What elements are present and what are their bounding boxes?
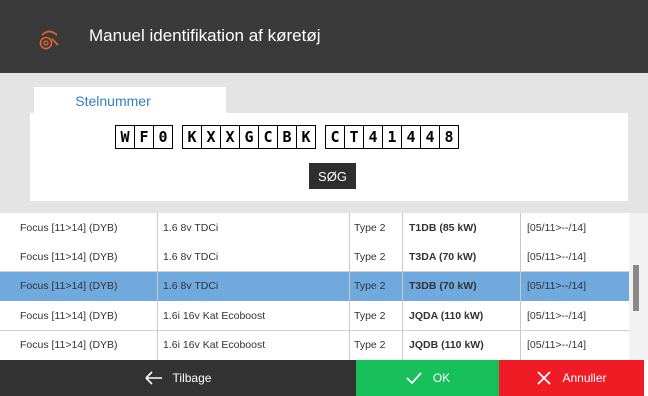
vin-char[interactable]: K: [296, 125, 316, 149]
engine-code-cell: JQDA (110 kW): [403, 301, 521, 331]
vin-char[interactable]: T: [344, 125, 363, 149]
engine-cell: 1.6 8v TDCi: [158, 271, 350, 301]
arrow-left-icon: [144, 371, 162, 385]
period-cell: [05/11>--/14]: [527, 250, 587, 263]
search-button[interactable]: SØG: [309, 163, 356, 189]
period-cell: [05/11>--/14]: [527, 280, 587, 293]
table-row[interactable]: Focus [11>14] (DYB) 1.6i 16v Kat Ecoboost…: [0, 330, 629, 361]
model-cell: Focus [11>14] (DYB): [0, 301, 158, 331]
vin-char[interactable]: C: [258, 125, 277, 149]
ok-button[interactable]: OK: [356, 360, 499, 396]
close-icon: [537, 371, 552, 385]
vin-char[interactable]: 4: [363, 125, 382, 149]
engine-code-cell: T3DA (70 kW): [403, 242, 521, 272]
vin-char[interactable]: B: [277, 125, 296, 149]
model-cell: Focus [11>14] (DYB): [0, 213, 158, 242]
title-bar: Manuel identifikation af køretøj: [0, 0, 648, 73]
back-label: Tilbage: [172, 371, 212, 385]
vin-char[interactable]: 1: [382, 125, 401, 149]
vin-group-gap: [316, 125, 325, 149]
table-row[interactable]: Focus [11>14] (DYB) 1.6 8v TDCi Type 2 T1DB…: [0, 213, 629, 243]
checkmark-icon: [406, 372, 422, 385]
period-cell: [05/11>--/14]: [527, 309, 587, 322]
tab-label: Stelnummer: [75, 93, 151, 109]
engine-cell: 1.6 8v TDCi: [158, 242, 350, 272]
vin-char[interactable]: G: [239, 125, 258, 149]
footer-bar: Tilbage OK Annuller: [0, 360, 648, 396]
engine-code-cell: T1DB (85 kW): [403, 213, 521, 242]
table-row[interactable]: Focus [11>14] (DYB) 1.6 8v TDCi Type 2 T3DB…: [0, 271, 629, 302]
vin-input-area: WF0KXXGCBKCT41448 SØG: [30, 113, 628, 201]
engine-code-cell: JQDB (110 kW): [403, 330, 521, 360]
scrollbar[interactable]: [629, 213, 648, 360]
engine-cell: 1.6 8v TDCi: [158, 213, 350, 242]
model-cell: Focus [11>14] (DYB): [0, 271, 158, 301]
ok-label: OK: [432, 371, 451, 385]
vin-char[interactable]: 4: [420, 125, 439, 149]
type-cell: Type 2: [350, 330, 403, 360]
vin-input[interactable]: WF0KXXGCBKCT41448: [115, 125, 459, 149]
type-cell: Type 2: [350, 271, 403, 301]
car-search-icon: [39, 30, 59, 50]
engine-cell: 1.6i 16v Kat Ecoboost: [158, 330, 350, 360]
type-cell: Type 2: [350, 301, 403, 331]
vin-char[interactable]: X: [220, 125, 239, 149]
table-row[interactable]: Focus [11>14] (DYB) 1.6i 16v Kat Ecoboost…: [0, 301, 629, 332]
back-button[interactable]: Tilbage: [0, 360, 356, 396]
table-row[interactable]: Focus [11>14] (DYB) 1.6 8v TDCi Type 2 T3DA…: [0, 242, 629, 273]
type-cell: Type 2: [350, 213, 403, 242]
vin-char[interactable]: 4: [401, 125, 420, 149]
period-cell: [05/11>--/14]: [527, 221, 587, 234]
tab-stelnummer[interactable]: Stelnummer: [34, 87, 226, 113]
vin-char[interactable]: 0: [153, 125, 173, 149]
model-cell: Focus [11>14] (DYB): [0, 330, 158, 360]
vin-char[interactable]: K: [182, 125, 201, 149]
cancel-label: Annuller: [562, 371, 607, 385]
scrollbar-thumb[interactable]: [633, 265, 639, 311]
type-cell: Type 2: [350, 242, 403, 272]
vin-panel: Stelnummer WF0KXXGCBKCT41448 SØG: [0, 73, 648, 213]
cancel-button[interactable]: Annuller: [499, 360, 644, 396]
vin-char[interactable]: W: [115, 125, 134, 149]
engine-code-cell: T3DB (70 kW): [403, 271, 521, 301]
vin-char[interactable]: X: [201, 125, 220, 149]
engine-cell: 1.6i 16v Kat Ecoboost: [158, 301, 350, 331]
vin-char[interactable]: C: [325, 125, 344, 149]
vin-group-gap: [173, 125, 182, 149]
vin-char[interactable]: 8: [439, 125, 459, 149]
model-cell: Focus [11>14] (DYB): [0, 242, 158, 272]
window-title: Manuel identifikation af køretøj: [89, 26, 321, 45]
vin-char[interactable]: F: [134, 125, 153, 149]
period-cell: [05/11>--/14]: [527, 339, 587, 352]
